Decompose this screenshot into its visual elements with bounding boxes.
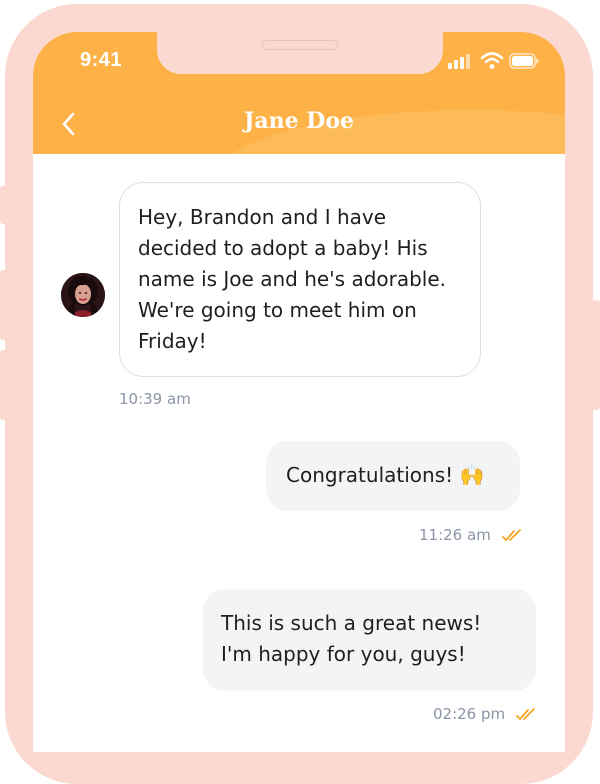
chat-screen: 9:41 Jane Doe Hey, Brandon and I have de… [33, 32, 565, 752]
outgoing-message-bubble[interactable]: Congratulations! 🙌 [266, 441, 520, 511]
outgoing-message-bubble[interactable]: This is such a great news! I'm happy for… [203, 589, 536, 691]
speaker-grille [262, 40, 338, 50]
raising-hands-emoji: 🙌 [459, 463, 485, 487]
side-button-volume-down [0, 350, 8, 420]
timestamp-text: 02:26 pm [433, 705, 506, 723]
message-timestamp: 10:39 am [119, 390, 191, 408]
wifi-icon [480, 52, 504, 74]
battery-icon [509, 53, 539, 74]
incoming-message-bubble[interactable]: Hey, Brandon and I have decided to adopt… [119, 182, 481, 377]
signal-icon [448, 53, 470, 74]
message-text: Congratulations! [286, 463, 454, 487]
double-check-icon [501, 528, 521, 541]
double-check-icon [516, 707, 535, 720]
contact-avatar[interactable] [61, 273, 105, 317]
timestamp-text: 11:26 am [419, 526, 491, 544]
message-text: Hey, Brandon and I have decided to adopt… [138, 205, 447, 353]
contact-name-title: Jane Doe [243, 108, 355, 134]
side-button-volume-up [0, 270, 8, 340]
message-timestamp: 11:26 am [419, 526, 526, 544]
timestamp-text: 10:39 am [119, 390, 191, 408]
message-text: This is such a great news! I'm happy for… [221, 611, 482, 666]
side-button-power [592, 300, 600, 410]
notch [157, 32, 443, 74]
side-button-mute [0, 186, 8, 224]
message-timestamp: 02:26 pm [433, 705, 540, 723]
status-time: 9:41 [80, 49, 123, 71]
